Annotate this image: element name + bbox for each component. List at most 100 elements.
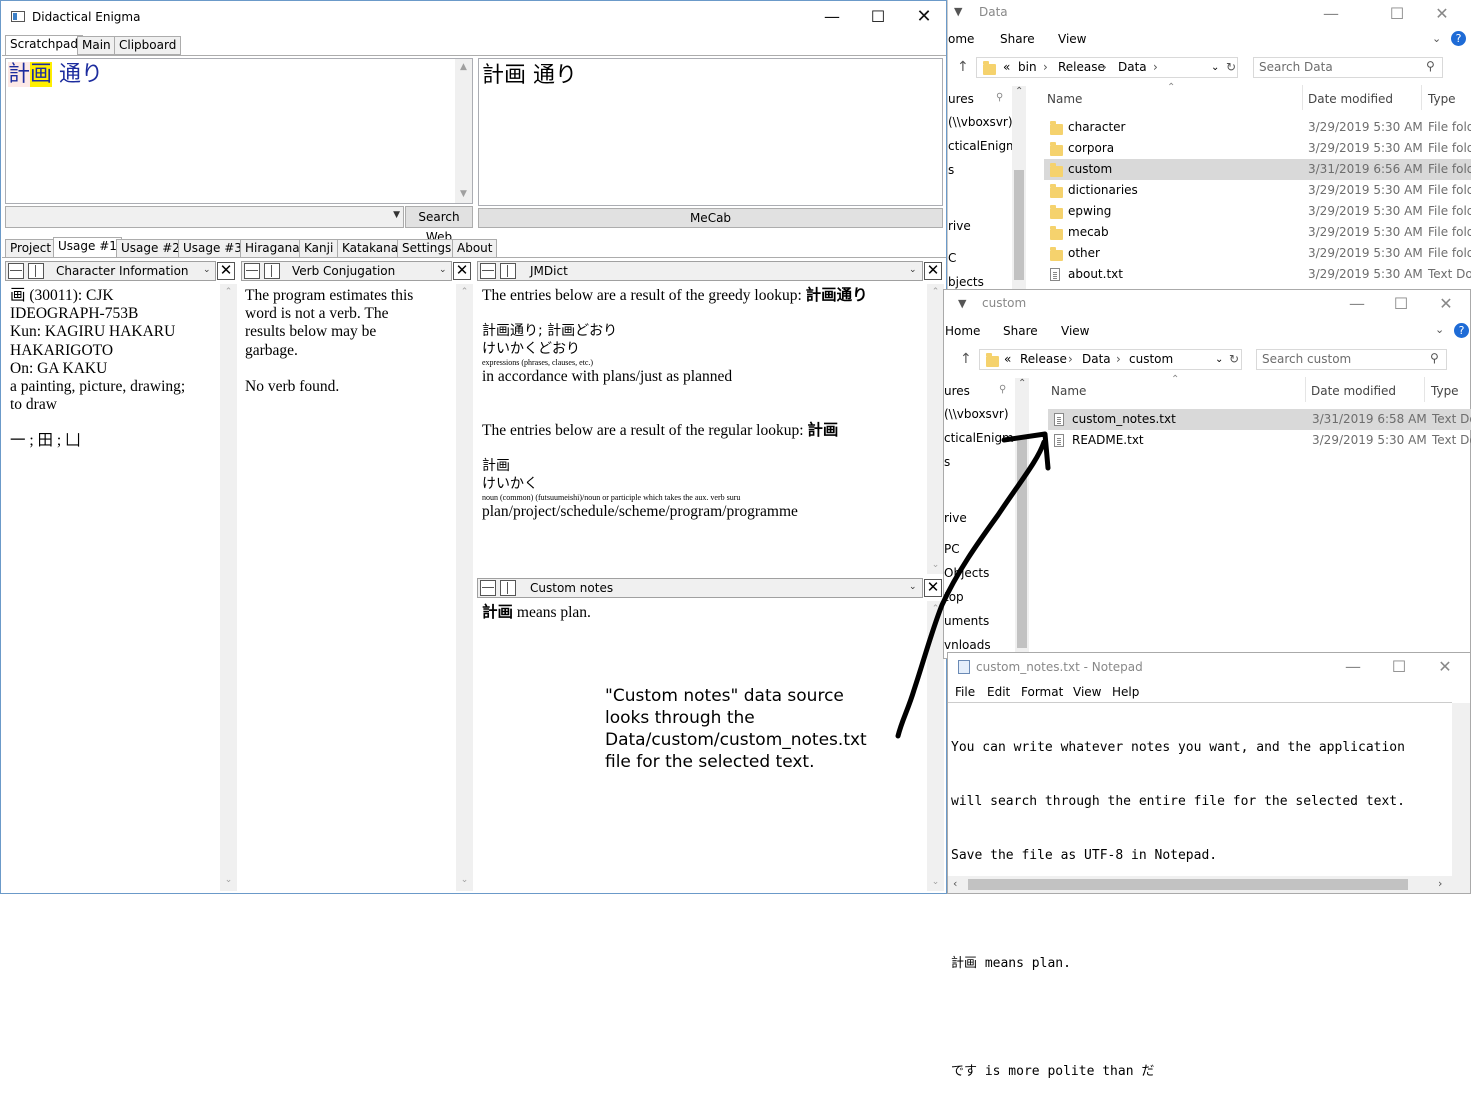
menu-view[interactable]: View — [1073, 685, 1101, 699]
chevron-down-icon[interactable]: ⌄ — [1215, 350, 1223, 369]
chevron-down-icon[interactable]: ⌄ — [439, 265, 447, 275]
search-icon[interactable]: ⚲ — [1430, 351, 1439, 365]
scroll-up-icon[interactable]: ⌃ — [927, 284, 944, 301]
chevron-down-icon[interactable]: ⌄ — [1211, 58, 1219, 77]
split-vertical-icon[interactable] — [500, 580, 516, 596]
ribbon-home-tab[interactable]: ome — [948, 32, 974, 46]
search-icon[interactable]: ⚲ — [1426, 59, 1435, 73]
nav-item[interactable]: rive — [948, 219, 971, 233]
ribbon-share-tab[interactable]: Share — [1003, 324, 1038, 338]
tab-clipboard[interactable]: Clipboard — [114, 36, 182, 55]
minimize-button[interactable]: — — [1308, 0, 1354, 26]
notepad-hscrollbar[interactable]: ‹ › — [948, 876, 1470, 893]
help-icon[interactable]: ? — [1454, 323, 1469, 338]
file-row[interactable]: custom 3/31/2019 6:56 AM File fold — [1044, 159, 1471, 180]
breadcrumb-release[interactable]: Release — [1020, 350, 1067, 369]
up-arrow-icon[interactable]: ↑ — [960, 351, 972, 367]
chevron-down-icon[interactable]: ▼ — [393, 210, 400, 220]
breadcrumb-overflow[interactable]: « — [1004, 350, 1011, 369]
verb-conj-source-select[interactable]: Verb Conjugation — [292, 262, 395, 280]
notepad-vscrollbar[interactable] — [1452, 703, 1470, 876]
nav-item[interactable]: ures — [944, 384, 970, 398]
jmdict-source-select[interactable]: JMDict — [530, 262, 568, 280]
nav-item[interactable]: ures — [948, 92, 974, 106]
refresh-icon[interactable]: ↻ — [1226, 58, 1236, 77]
close-panel-button[interactable]: ✕ — [217, 262, 235, 280]
ribbon-view-tab[interactable]: View — [1058, 32, 1086, 46]
sort-up-icon[interactable]: ⌃ — [1171, 374, 1179, 385]
chevron-down-icon[interactable]: ⌄ — [1432, 32, 1441, 45]
tab-settings[interactable]: Settings — [397, 239, 457, 258]
scroll-up-icon[interactable]: ⌃ — [220, 284, 237, 301]
pin-icon[interactable]: ⚲ — [996, 92, 1003, 103]
breadcrumb-custom[interactable]: custom — [1129, 350, 1173, 369]
split-vertical-icon[interactable] — [500, 263, 516, 279]
split-vertical-icon[interactable] — [28, 263, 44, 279]
address-bar[interactable]: « bin › Release › Data › ⌄ ↻ — [976, 57, 1238, 78]
chevron-down-icon[interactable]: ⌄ — [203, 265, 211, 275]
split-horizontal-icon[interactable] — [480, 263, 496, 279]
char-info-scrollbar[interactable]: ⌃ ⌄ — [220, 284, 237, 891]
nav-item[interactable]: (\\vboxsvr) — [944, 407, 1009, 421]
column-type[interactable]: Type — [1431, 384, 1459, 398]
column-type[interactable]: Type — [1428, 92, 1456, 106]
tab-hiragana[interactable]: Hiragana — [240, 239, 305, 258]
sort-up-icon[interactable]: ⌃ — [1167, 82, 1175, 93]
maximize-button[interactable]: ☐ — [1378, 290, 1424, 316]
file-row[interactable]: character 3/29/2019 5:30 AM File fold — [1044, 117, 1471, 138]
up-arrow-icon[interactable]: ↑ — [957, 59, 969, 75]
nav-item[interactable]: s — [948, 163, 954, 177]
nav-item[interactable]: cticalEnigm — [948, 139, 1018, 153]
input-word-2[interactable]: 通り — [52, 62, 103, 87]
maximize-button[interactable]: ☐ — [1376, 653, 1422, 679]
file-row[interactable]: about.txt 3/29/2019 5:30 AM Text Doc — [1044, 264, 1471, 285]
split-horizontal-icon[interactable] — [244, 263, 260, 279]
quick-access-icons[interactable]: ▼ — [954, 5, 962, 18]
tab-katakana[interactable]: Katakana — [337, 239, 404, 258]
file-row[interactable]: custom_notes.txt 3/31/2019 6:58 AM Text Do — [1048, 409, 1471, 430]
file-row[interactable]: README.txt 3/29/2019 5:30 AM Text Do — [1048, 430, 1471, 451]
breadcrumb-bin[interactable]: bin — [1018, 58, 1037, 77]
close-button[interactable]: ✕ — [901, 1, 947, 31]
tab-project[interactable]: Project — [5, 239, 57, 258]
menu-help[interactable]: Help — [1112, 685, 1139, 699]
column-date[interactable]: Date modified — [1311, 384, 1396, 398]
custom-notes-source-select[interactable]: Custom notes — [530, 579, 613, 597]
search-web-button[interactable]: Search Web — [405, 206, 473, 244]
search-combo[interactable]: ▼ — [5, 206, 404, 228]
file-row[interactable]: dictionaries 3/29/2019 5:30 AM File fold — [1044, 180, 1471, 201]
scroll-down-icon[interactable]: ⌄ — [927, 874, 944, 891]
scroll-up-icon[interactable]: ⌃ — [456, 284, 473, 301]
file-row[interactable]: epwing 3/29/2019 5:30 AM File fold — [1044, 201, 1471, 222]
close-button[interactable]: ✕ — [1422, 653, 1468, 679]
file-row[interactable]: mecab 3/29/2019 5:30 AM File fold — [1044, 222, 1471, 243]
address-bar[interactable]: « Release › Data › custom ⌄ ↻ — [979, 349, 1242, 370]
breadcrumb-data[interactable]: Data — [1082, 350, 1111, 369]
split-vertical-icon[interactable] — [264, 263, 280, 279]
maximize-button[interactable]: ☐ — [855, 1, 901, 31]
file-row[interactable]: corpora 3/29/2019 5:30 AM File fold — [1044, 138, 1471, 159]
minimize-button[interactable]: — — [809, 1, 855, 31]
split-horizontal-icon[interactable] — [8, 263, 24, 279]
close-panel-button[interactable]: ✕ — [924, 262, 942, 280]
breadcrumb-release[interactable]: Release — [1058, 58, 1105, 77]
tab-kanji[interactable]: Kanji — [299, 239, 339, 258]
ribbon-home-tab[interactable]: Home — [945, 324, 980, 338]
nav-item[interactable]: C — [948, 251, 956, 265]
minimize-button[interactable]: — — [1334, 290, 1380, 316]
char-info-source-select[interactable]: Character Information — [56, 262, 189, 280]
close-button[interactable]: ✕ — [1423, 290, 1469, 316]
chevron-down-icon[interactable]: ⌄ — [1435, 323, 1444, 336]
quick-access-icons[interactable]: ▼ — [958, 297, 966, 310]
search-input[interactable]: Search custom — [1256, 349, 1447, 370]
tab-scratchpad[interactable]: Scratchpad — [5, 35, 83, 56]
verb-conj-scrollbar[interactable]: ⌃ ⌄ — [456, 284, 473, 891]
help-icon[interactable]: ? — [1451, 31, 1466, 46]
split-horizontal-icon[interactable] — [480, 580, 496, 596]
column-date[interactable]: Date modified — [1308, 92, 1393, 106]
scroll-up-icon[interactable]: ▲ — [455, 59, 472, 76]
refresh-icon[interactable]: ↻ — [1229, 350, 1239, 369]
breadcrumb-data[interactable]: Data — [1118, 58, 1147, 77]
tab-usage-1[interactable]: Usage #1 — [53, 237, 122, 258]
tab-about[interactable]: About — [452, 239, 498, 258]
